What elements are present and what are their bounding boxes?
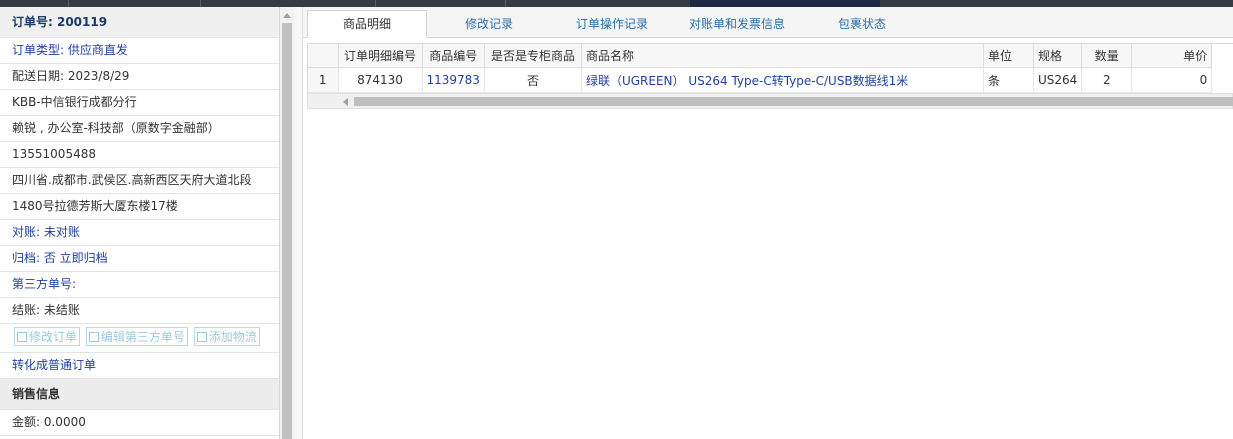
order-number-header: 订单号: 200119 xyxy=(0,7,279,38)
tab-package-status[interactable]: 包裹状态 xyxy=(803,11,921,37)
edit-order-button[interactable]: 修改订单 xyxy=(14,327,81,346)
product-detail-grid: 订单明细编号 商品编号 是否是专柜商品 商品名称 单位 规格 数量 单价 1 8… xyxy=(307,43,1233,94)
column-header[interactable]: 单位 xyxy=(983,44,1034,68)
quantity-cell: 2 xyxy=(1081,67,1133,93)
tab-statement-invoice[interactable]: 对账单和发票信息 xyxy=(679,11,795,37)
unit-cell: 条 xyxy=(983,67,1034,93)
add-logistics-button[interactable]: 添加物流 xyxy=(193,327,260,346)
product-name-link[interactable]: 绿联（UGREEN） US264 Type-C转Type-C/USB数据线1米 xyxy=(581,67,984,93)
scrollbar-thumb[interactable] xyxy=(354,97,1233,106)
edit-icon xyxy=(17,332,27,342)
convert-to-normal-order-link[interactable]: 转化成普通订单 xyxy=(0,353,279,379)
top-bar-divider xyxy=(68,0,69,7)
spec-cell: US264 xyxy=(1033,67,1083,93)
top-bar-divider xyxy=(505,0,506,7)
unit-price-cell: 0 xyxy=(1131,67,1213,93)
table-header-row: 订单明细编号 商品编号 是否是专柜商品 商品名称 单位 规格 数量 单价 xyxy=(308,44,1213,68)
column-header[interactable]: 单价 xyxy=(1131,44,1213,68)
column-header[interactable]: 商品编号 xyxy=(422,44,485,68)
column-header[interactable]: 数量 xyxy=(1081,44,1133,68)
product-detail-table: 订单明细编号 商品编号 是否是专柜商品 商品名称 单位 规格 数量 单价 1 8… xyxy=(308,44,1213,93)
contact-person: 赖锐 , 办公室-科技部（原数字金融部） xyxy=(0,116,279,142)
contact-phone: 13551005488 xyxy=(0,142,279,168)
product-id-link[interactable]: 1139783 xyxy=(422,67,485,93)
tab-product-details[interactable]: 商品明细 xyxy=(307,10,427,38)
reconcile-status[interactable]: 对账: 未对账 xyxy=(0,220,279,246)
row-number: 1 xyxy=(308,67,339,93)
table-row[interactable]: 1 874130 1139783 否 绿联（UGREEN） US264 Type… xyxy=(308,67,1213,93)
customer-branch: KBB-中信银行成都分行 xyxy=(0,90,279,116)
row-number-header xyxy=(308,44,339,68)
sales-info-section-title: 销售信息 xyxy=(0,379,279,410)
top-bar-divider xyxy=(375,0,376,7)
scroll-left-arrow-icon[interactable] xyxy=(343,98,348,106)
order-info-panel: 订单号: 200119 订单类型: 供应商直发 配送日期: 2023/8/29 … xyxy=(0,7,280,439)
edit-third-party-number-button[interactable]: 编辑第三方单号 xyxy=(85,327,188,346)
top-bar xyxy=(0,0,1233,7)
order-type: 订单类型: 供应商直发 xyxy=(0,38,279,64)
column-header[interactable]: 订单明细编号 xyxy=(338,44,423,68)
tab-modify-records[interactable]: 修改记录 xyxy=(433,11,545,37)
tab-operation-records[interactable]: 订单操作记录 xyxy=(553,11,671,37)
scroll-up-arrow-icon[interactable] xyxy=(283,13,291,18)
column-header[interactable]: 规格 xyxy=(1033,44,1083,68)
table-horizontal-scrollbar[interactable] xyxy=(307,93,1233,109)
archive-status[interactable]: 归档: 否 立即归档 xyxy=(0,246,279,272)
panel-splitter[interactable] xyxy=(294,7,303,439)
detail-tabs: 商品明细 修改记录 订单操作记录 对账单和发票信息 包裹状态 xyxy=(303,7,1233,38)
scrollbar-thumb[interactable] xyxy=(282,23,292,439)
left-panel-scrollbar[interactable] xyxy=(280,7,294,439)
column-header[interactable]: 是否是专柜商品 xyxy=(484,44,582,68)
third-party-order-number: 第三方单号: xyxy=(0,272,279,298)
order-action-buttons: 修改订单 编辑第三方单号 添加物流 xyxy=(0,324,279,353)
edit-icon xyxy=(196,332,207,342)
edit-icon xyxy=(88,332,99,342)
sales-amount: 金额: 0.0000 xyxy=(0,410,279,436)
address-line-2: 1480号拉德芳斯大厦东楼17楼 xyxy=(0,194,279,220)
detail-area: 商品明细 修改记录 订单操作记录 对账单和发票信息 包裹状态 订单明细编号 商品… xyxy=(303,7,1233,439)
column-header[interactable]: 商品名称 xyxy=(581,44,984,68)
address-line-1: 四川省.成都市.武侯区.高新西区天府大道北段 xyxy=(0,168,279,194)
delivery-date: 配送日期: 2023/8/29 xyxy=(0,64,279,90)
top-bar-active-area xyxy=(690,0,880,7)
top-bar-divider xyxy=(200,0,201,7)
settlement-status: 结账: 未结账 xyxy=(0,298,279,324)
counter-product-cell: 否 xyxy=(484,67,582,93)
detail-id-cell: 874130 xyxy=(338,67,423,93)
